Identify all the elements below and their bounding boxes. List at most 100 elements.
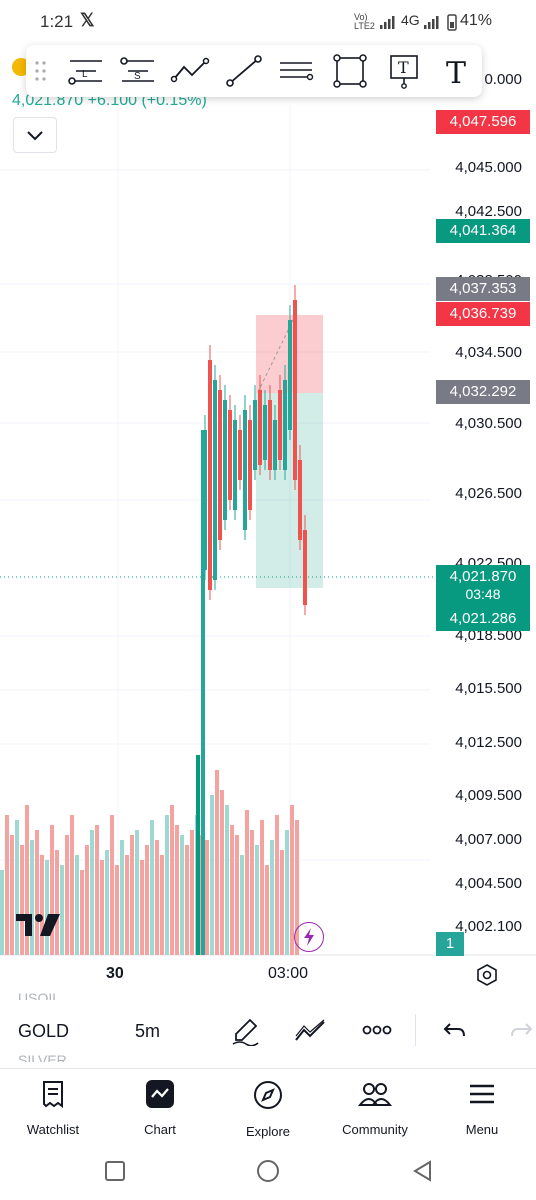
- volume-bar: [95, 825, 99, 955]
- axis-label: 4,042.500: [455, 203, 522, 220]
- lightning-icon[interactable]: [294, 922, 324, 952]
- divider: [415, 1014, 416, 1046]
- path-icon[interactable]: [170, 53, 210, 89]
- volume-bar: [150, 820, 154, 955]
- axis-label: 4,012.500: [455, 734, 522, 751]
- symbol-selector[interactable]: GOLD: [18, 1021, 69, 1042]
- nav-label: Chart: [144, 1122, 176, 1137]
- volume-bar: [240, 855, 244, 955]
- volume-bar: [155, 840, 159, 955]
- chart-icon: [146, 1080, 174, 1108]
- volume-bar: [90, 830, 94, 955]
- candle-body: [248, 420, 252, 510]
- nav-watchlist[interactable]: Watchlist: [8, 1079, 98, 1137]
- symbol-next: SILVER: [18, 1052, 67, 1062]
- tradingview-logo: [16, 914, 60, 936]
- candle-body: [208, 360, 212, 590]
- nav-label: Watchlist: [26, 1122, 80, 1137]
- volume-bar: [245, 810, 249, 955]
- volume-bar: [75, 855, 79, 955]
- axis-label: 4,030.500: [455, 415, 522, 432]
- volume-bar: [170, 805, 174, 955]
- volume-bar: [165, 815, 169, 955]
- volume-bar: [255, 845, 259, 955]
- trend-line-icon[interactable]: [224, 53, 264, 89]
- long-position-icon[interactable]: L: [66, 53, 106, 89]
- back-icon[interactable]: [410, 1159, 434, 1183]
- indicators-icon[interactable]: [294, 1018, 328, 1044]
- interval-selector[interactable]: 5m: [135, 1021, 160, 1042]
- more-icon[interactable]: [362, 1022, 392, 1038]
- short-position-icon[interactable]: S: [118, 53, 158, 89]
- volume-bar: [180, 835, 184, 955]
- time-label-30: 30: [106, 965, 124, 982]
- volume-bar: [105, 850, 109, 955]
- nav-menu[interactable]: Menu: [437, 1079, 527, 1137]
- price-tag-stop: 4,036.739: [436, 302, 530, 326]
- recents-icon[interactable]: [104, 1160, 126, 1182]
- price-tag-upper: 4,037.353: [436, 277, 530, 301]
- symbol-prev: USOIL: [18, 990, 61, 1000]
- nav-label: Community: [342, 1122, 408, 1137]
- candle-body: [233, 420, 237, 510]
- horizontal-lines-icon[interactable]: [276, 53, 316, 89]
- candle-body: [218, 390, 222, 540]
- volume-bar: [225, 805, 229, 955]
- home-icon[interactable]: [256, 1159, 280, 1183]
- candle-body: [213, 380, 217, 580]
- watchlist-icon: [43, 1081, 63, 1108]
- bottom-navigation: Watchlist Chart Explore Community Menu: [0, 1068, 536, 1149]
- undo-icon[interactable]: [442, 1018, 468, 1042]
- volume-bar: [70, 815, 74, 955]
- volume-bar: [160, 855, 164, 955]
- candle-body: [223, 400, 227, 520]
- svg-text:S: S: [134, 71, 141, 82]
- candle-body: [293, 300, 297, 480]
- volume-bar: [190, 830, 194, 955]
- chevron-down-icon: [27, 131, 43, 141]
- volume-bar: [115, 865, 119, 955]
- volume-bar: [175, 825, 179, 955]
- volume-bar: [100, 860, 104, 955]
- volume-bar: [125, 855, 129, 955]
- volume-bar: [135, 830, 139, 955]
- price-tag-lower: 4,032.292: [436, 380, 530, 404]
- volume-bar: [40, 855, 44, 955]
- volume-bar: [130, 835, 134, 955]
- text-icon[interactable]: T: [438, 53, 478, 89]
- text-note-icon[interactable]: T: [384, 53, 424, 89]
- redo-icon[interactable]: [508, 1018, 534, 1042]
- volume-badge: 1: [436, 932, 464, 956]
- nav-chart[interactable]: Chart: [115, 1079, 205, 1137]
- volume-bar: [55, 850, 59, 955]
- collapse-legend-button[interactable]: [13, 117, 57, 153]
- volume-bar: [265, 865, 269, 955]
- rectangle-icon[interactable]: [330, 53, 370, 89]
- time-label-0300: 03:00: [268, 965, 309, 982]
- drag-handle-icon[interactable]: [34, 59, 48, 83]
- menu-icon: [470, 1084, 494, 1104]
- candle-body: [278, 390, 282, 460]
- volume-bar: [275, 815, 279, 955]
- candle-body: [288, 320, 292, 430]
- pencil-icon[interactable]: [230, 1016, 260, 1046]
- nav-label: Explore: [245, 1124, 291, 1139]
- volume-bar: [60, 865, 64, 955]
- volume-bar: [290, 805, 294, 955]
- axis-label: 4,026.500: [455, 485, 522, 502]
- nav-explore[interactable]: Explore: [223, 1079, 313, 1139]
- axis-label: 4,004.500: [455, 875, 522, 892]
- volume-bar: [45, 860, 49, 955]
- nav-community[interactable]: Community: [330, 1079, 420, 1137]
- axis-label: 4,007.000: [455, 831, 522, 848]
- volume-bar: [285, 830, 289, 955]
- candle-body: [201, 430, 205, 955]
- volume-bar: [140, 860, 144, 955]
- volume-bar: [196, 755, 200, 955]
- volume-bar: [80, 870, 84, 955]
- chart-settings-icon[interactable]: [475, 963, 499, 987]
- volume-bar: [205, 840, 209, 955]
- candle-body: [263, 405, 267, 460]
- axis-label: 4,034.500: [455, 344, 522, 361]
- candle-body: [228, 410, 232, 500]
